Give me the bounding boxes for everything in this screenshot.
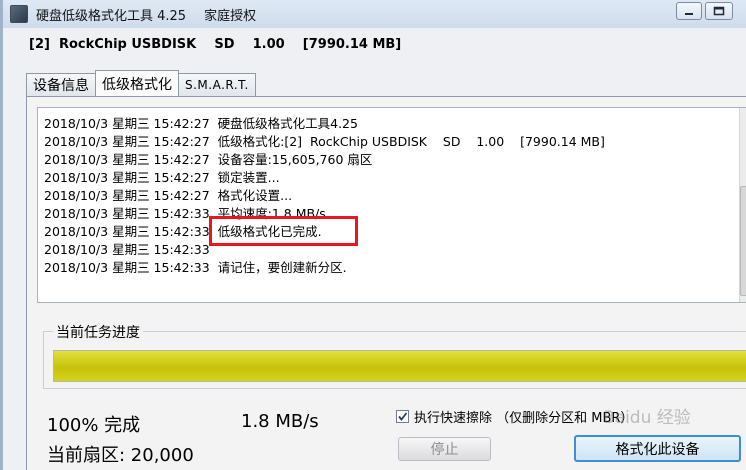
app-window: 硬盘低级格式化工具 4.25 家庭授权 [2] RockChip USBDISK… bbox=[0, 0, 746, 470]
watermark: Baidu 经验 bbox=[603, 408, 691, 428]
tab-smart[interactable]: S.M.A.R.T. bbox=[178, 73, 256, 96]
window-title: 硬盘低级格式化工具 4.25 bbox=[36, 8, 187, 24]
current-sector: 当前扇区: 20,000 bbox=[47, 445, 194, 466]
progress-label: 当前任务进度 bbox=[53, 322, 143, 342]
app-icon bbox=[10, 5, 28, 23]
minimize-button[interactable] bbox=[676, 2, 702, 20]
checkmark-icon bbox=[398, 412, 408, 421]
log-line: 2018/10/3 星期三 15:42:33 请记住，要创建新分区. bbox=[44, 260, 347, 275]
minimize-icon bbox=[685, 13, 693, 15]
license-label: 家庭授权 bbox=[204, 8, 257, 24]
log-line: 2018/10/3 星期三 15:42:27 硬盘低级格式化工具4.25 bbox=[44, 116, 358, 131]
maximize-icon bbox=[713, 6, 725, 16]
progress-fill bbox=[54, 351, 746, 381]
stop-button[interactable]: 停止 bbox=[398, 437, 491, 461]
device-info: [2] RockChip USBDISK SD 1.00 [7990.14 MB… bbox=[29, 37, 402, 52]
log-output[interactable]: 2018/10/3 星期三 15:42:27 硬盘低级格式化工具4.25 201… bbox=[37, 107, 746, 303]
log-scrollbar[interactable] bbox=[739, 108, 746, 302]
log-line: 2018/10/3 星期三 15:42:27 锁定装置... bbox=[44, 170, 280, 185]
log-line: 2018/10/3 星期三 15:42:27 低级格式化:[2] RockChi… bbox=[44, 134, 605, 149]
log-line: 2018/10/3 星期三 15:42:27 格式化设置... bbox=[44, 188, 293, 203]
quick-wipe-option[interactable]: 执行快速擦除 （仅删除分区和 MBR） bbox=[396, 407, 633, 426]
format-device-button[interactable]: 格式化此设备 bbox=[574, 435, 741, 462]
quick-wipe-label: 执行快速擦除 （仅删除分区和 MBR） bbox=[414, 411, 634, 426]
title-bar: 硬盘低级格式化工具 4.25 家庭授权 bbox=[3, 0, 746, 28]
progress-bar bbox=[53, 350, 746, 382]
maximize-button[interactable] bbox=[705, 2, 733, 20]
highlight-annotation bbox=[209, 216, 358, 246]
tab-bar: 设备信息 低级格式化 S.M.A.R.T. bbox=[26, 70, 256, 96]
log-line: 2018/10/3 星期三 15:42:27 设备容量:15,605,760 扇… bbox=[44, 152, 373, 167]
quick-wipe-checkbox[interactable] bbox=[396, 410, 409, 423]
scroll-thumb[interactable] bbox=[740, 186, 746, 296]
tab-low-level-format[interactable]: 低级格式化 bbox=[95, 70, 179, 96]
speed-value: 1.8 MB/s bbox=[241, 411, 319, 432]
tab-device-info[interactable]: 设备信息 bbox=[26, 73, 96, 96]
log-line: 2018/10/3 星期三 15:42:33 bbox=[44, 242, 210, 257]
percent-complete: 100% 完成 bbox=[47, 415, 141, 436]
